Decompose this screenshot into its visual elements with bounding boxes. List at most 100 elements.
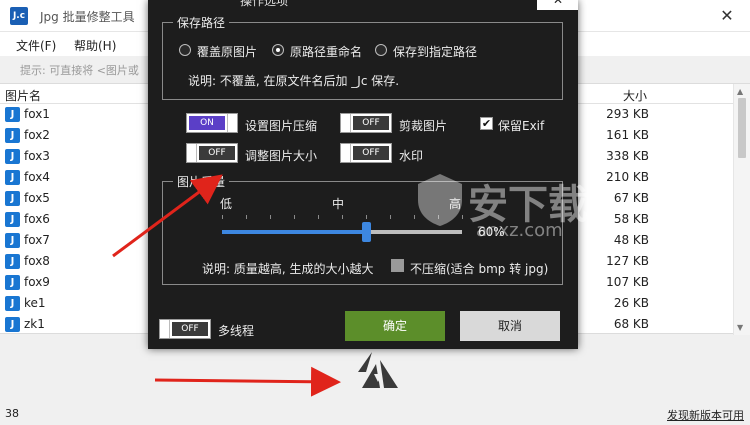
menu-help[interactable]: 帮助(H) [74, 37, 116, 54]
file-size: 26 KB [613, 296, 649, 310]
save-path-legend: 保存路径 [173, 14, 230, 31]
multithread-label: 多线程 [218, 324, 255, 338]
compress-toggle-state: ON [189, 116, 225, 130]
file-name: fox5 [24, 191, 50, 205]
multithread-toggle[interactable]: OFF [159, 319, 211, 339]
slider-tick [366, 215, 367, 219]
jpg-file-icon: J [5, 233, 20, 248]
ok-button[interactable]: 确定 [345, 311, 445, 341]
crop-toggle[interactable]: OFF [340, 113, 392, 133]
cancel-button[interactable]: 取消 [460, 311, 560, 341]
drag-hint-text: 提示: 可直接将 <图片或 [20, 64, 139, 77]
no-compress-checkbox[interactable] [391, 259, 404, 272]
resize-label: 调整图片大小 [245, 149, 318, 163]
jpg-file-icon: J [5, 275, 20, 290]
arrow-to-logo [154, 366, 341, 397]
slider-tick [294, 215, 295, 219]
new-version-link[interactable]: 发现新版本可用 [667, 407, 744, 423]
quality-legend: 图片质量 [173, 173, 230, 190]
crop-toggle-state: OFF [353, 116, 389, 130]
file-size: 67 KB [613, 191, 649, 205]
file-name: fox9 [24, 275, 50, 289]
options-dialog: 操作选项 ✕ 保存路径 覆盖原图片 原路径重命名 保存到指定路径 说明: 不覆盖… [148, 0, 588, 349]
keep-exif-checkbox[interactable]: ✔ [480, 117, 493, 130]
radio-rename-label[interactable]: 原路径重命名 [290, 43, 362, 60]
compress-label: 设置图片压缩 [245, 119, 318, 133]
slider-tick [462, 215, 463, 219]
file-size: 210 KB [606, 170, 649, 184]
file-name: fox6 [24, 212, 50, 226]
file-size: 58 KB [613, 212, 649, 226]
jpg-file-icon: J [5, 296, 20, 311]
jpg-file-icon: J [5, 254, 20, 269]
no-compress-label[interactable]: 不压缩(适合 bmp 转 jpg) [410, 260, 548, 277]
jpg-file-icon: J [5, 191, 20, 206]
table-scrollbar[interactable]: ▲ ▼ [733, 84, 750, 335]
keep-exif-label[interactable]: 保留Exif [498, 117, 544, 134]
file-name: ke1 [24, 296, 46, 310]
compress-toggle[interactable]: ON [186, 113, 238, 133]
dialog-close-button[interactable]: ✕ [537, 0, 578, 10]
scroll-up-icon[interactable]: ▲ [737, 87, 743, 96]
radio-rename-button[interactable] [272, 44, 284, 56]
quality-description: 说明: 质量越高, 生成的大小越大 [202, 262, 374, 276]
quality-high-label: 高 [449, 197, 462, 211]
scroll-thumb[interactable] [738, 98, 746, 158]
file-size: 161 KB [606, 128, 649, 142]
file-name: zk1 [24, 317, 45, 331]
window-close-button[interactable]: ✕ [704, 0, 750, 32]
crop-label: 剪裁图片 [399, 119, 448, 133]
file-name: fox2 [24, 128, 50, 142]
dialog-title: 操作选项 [240, 0, 289, 8]
save-path-description: 说明: 不覆盖, 在原文件名后加 _Jc 保存. [188, 74, 400, 88]
app-title: Jpg 批量修整工具 [40, 10, 135, 24]
status-bar: 38 发现新版本可用 [0, 403, 750, 425]
radio-custom-path-label[interactable]: 保存到指定路径 [393, 43, 477, 60]
slider-tick [270, 215, 271, 219]
slider-tick [222, 215, 223, 219]
slider-tick [414, 215, 415, 219]
radio-overwrite-label[interactable]: 覆盖原图片 [197, 43, 257, 60]
watermark-toggle-state: OFF [353, 146, 389, 160]
slider-tick [318, 215, 319, 219]
app-logo-icon: J.c [10, 7, 28, 25]
scroll-down-icon[interactable]: ▼ [737, 323, 743, 332]
file-count: 38 [5, 407, 19, 420]
jpg-file-icon: J [5, 170, 20, 185]
slider-tick [390, 215, 391, 219]
menu-file[interactable]: 文件(F) [16, 37, 56, 54]
slider-tick [246, 215, 247, 219]
file-size: 107 KB [606, 275, 649, 289]
file-size: 68 KB [613, 317, 649, 331]
jpg-file-icon: J [5, 107, 20, 122]
quality-mid-label: 中 [332, 197, 345, 211]
resize-toggle[interactable]: OFF [186, 143, 238, 163]
quality-low-label: 低 [220, 197, 233, 211]
slider-tick [342, 215, 343, 219]
quality-slider-fill [222, 230, 366, 234]
radio-overwrite-button[interactable] [179, 44, 191, 56]
file-size: 293 KB [606, 107, 649, 121]
multithread-toggle-state: OFF [172, 322, 208, 336]
quality-slider-thumb[interactable] [362, 222, 371, 242]
file-name: fox1 [24, 107, 50, 121]
jpg-file-icon: J [5, 128, 20, 143]
resize-toggle-state: OFF [199, 146, 235, 160]
file-name: fox8 [24, 254, 50, 268]
watermark-label: 水印 [399, 149, 424, 163]
slider-tick [438, 215, 439, 219]
file-size: 338 KB [606, 149, 649, 163]
watermark-toggle[interactable]: OFF [340, 143, 392, 163]
file-name: fox7 [24, 233, 50, 247]
dialog-title-bar: 操作选项 ✕ [148, 0, 578, 10]
column-header-name[interactable]: 图片名 [5, 87, 41, 104]
jpg-file-icon: J [5, 317, 20, 332]
file-size: 127 KB [606, 254, 649, 268]
radio-custom-path-button[interactable] [375, 44, 387, 56]
quality-value: 60% [478, 225, 505, 239]
jpg-file-icon: J [5, 149, 20, 164]
file-name: fox4 [24, 170, 50, 184]
quality-slider[interactable] [222, 222, 462, 242]
column-header-size[interactable]: 大小 [623, 87, 647, 104]
file-name: fox3 [24, 149, 50, 163]
